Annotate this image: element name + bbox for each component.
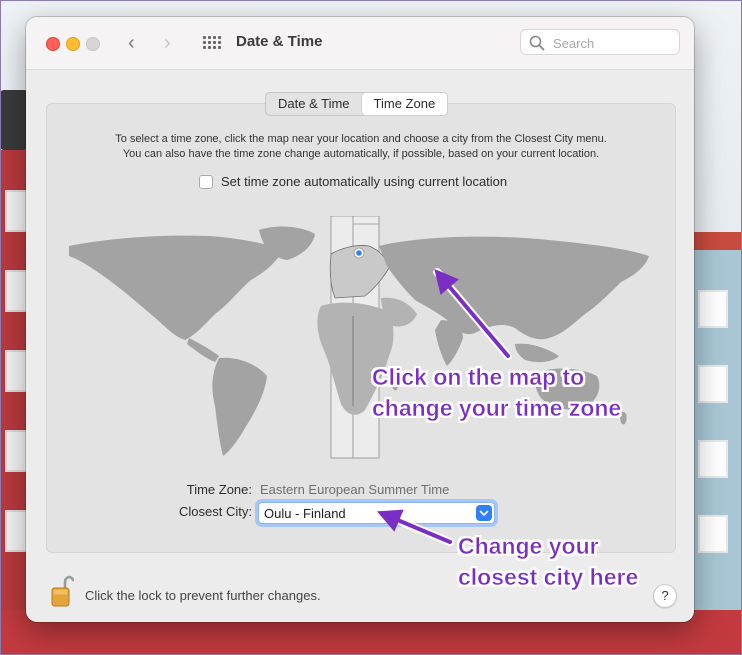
north-america — [69, 235, 283, 340]
chevron-updown-icon[interactable] — [476, 505, 492, 521]
asia — [379, 236, 649, 340]
building-window — [698, 440, 728, 478]
minimize-button[interactable] — [66, 37, 80, 51]
time-zone-label: Time Zone: — [186, 482, 252, 497]
south-america — [212, 357, 267, 456]
title-bar: ‹ › Date & Time — [26, 17, 694, 70]
lock-icon[interactable] — [50, 574, 74, 608]
time-zone-value: Eastern European Summer Time — [260, 482, 450, 497]
zoom-button[interactable] — [86, 37, 100, 51]
search-icon — [529, 35, 545, 51]
auto-timezone-row: Set time zone automatically using curren… — [199, 174, 507, 189]
location-marker-dot — [356, 250, 362, 256]
search-field[interactable] — [520, 29, 680, 55]
help-button[interactable]: ? — [653, 584, 677, 608]
search-input[interactable] — [551, 33, 675, 53]
auto-timezone-checkbox[interactable] — [199, 174, 213, 189]
building-window — [698, 365, 728, 403]
show-all-grid-icon[interactable] — [203, 36, 221, 51]
window-title: Date & Time — [236, 33, 323, 50]
city-annotation-line-1: Change your — [458, 533, 599, 560]
building-window — [698, 515, 728, 553]
map-annotation-line-1: Click on the map to — [372, 364, 585, 391]
closest-city-select[interactable]: Oulu - Finland — [258, 502, 495, 524]
closest-city-value: Oulu - Finland — [264, 506, 346, 521]
city-annotation-line-2: closest city here — [458, 564, 639, 591]
tab-time-zone[interactable]: Time Zone — [361, 93, 448, 115]
time-zone-panel: To select a time zone, click the map nea… — [46, 103, 676, 553]
closest-city-label: Closest City: — [179, 504, 252, 519]
city-annotation: Change your closest city here — [458, 531, 639, 593]
map-annotation: Click on the map to change your time zon… — [372, 362, 622, 424]
close-button[interactable] — [46, 37, 60, 51]
forward-button[interactable]: › — [164, 30, 171, 56]
southeast-asia — [515, 343, 559, 363]
auto-timezone-label[interactable]: Set time zone automatically using curren… — [221, 174, 507, 189]
back-button[interactable]: ‹ — [128, 30, 135, 56]
central-america — [187, 338, 219, 362]
map-annotation-line-2: change your time zone — [372, 395, 622, 422]
instructions-text: To select a time zone, click the map nea… — [47, 132, 675, 162]
building-window — [698, 290, 728, 328]
tab-date-time[interactable]: Date & Time — [266, 93, 362, 115]
right-building — [690, 250, 742, 655]
lock-text: Click the lock to prevent further change… — [85, 588, 321, 603]
tab-bar: Date & Time Time Zone — [265, 92, 449, 116]
instructions-line-1: To select a time zone, click the map nea… — [115, 133, 607, 145]
world-time-zone-map[interactable] — [69, 216, 655, 461]
street-lamp — [0, 90, 28, 150]
instructions-line-2: You can also have the time zone change a… — [122, 148, 600, 160]
